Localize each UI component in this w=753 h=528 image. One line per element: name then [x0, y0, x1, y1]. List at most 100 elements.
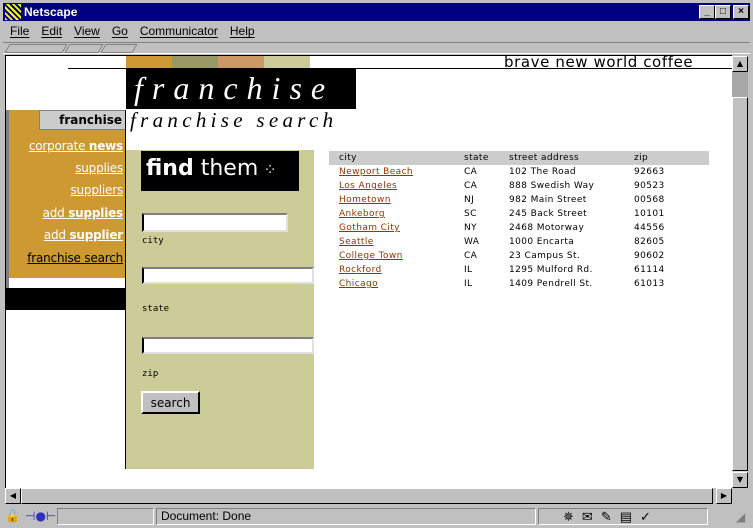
- address-book-icon[interactable]: ▤: [620, 509, 640, 524]
- close-button[interactable]: ×: [733, 5, 749, 19]
- state-input[interactable]: [142, 267, 314, 284]
- table-header: city state street address zip: [329, 151, 709, 165]
- table-row: Gotham City NY 2468 Motorway 44556: [329, 221, 709, 235]
- menu-bar: File Edit View Go Communicator Help: [3, 22, 750, 40]
- zip-cell: 92663: [634, 167, 665, 177]
- logo-block: [172, 56, 218, 68]
- results-table: city state street address zip Newport Be…: [329, 151, 709, 291]
- zip-cell: 82605: [634, 237, 665, 247]
- address-cell: 888 Swedish Way: [509, 181, 595, 191]
- nav-corporate-news[interactable]: corporate news: [29, 139, 123, 153]
- discussions-icon[interactable]: ✎: [601, 509, 620, 524]
- resize-grip-icon[interactable]: ◢: [736, 510, 745, 524]
- title-bar: Netscape _ □ ×: [3, 3, 750, 21]
- maximize-button[interactable]: □: [715, 5, 731, 19]
- nav-add-supplier[interactable]: add supplier: [44, 228, 123, 242]
- scroll-thumb-horizontal[interactable]: [21, 488, 713, 504]
- zip-cell: 44556: [634, 223, 665, 233]
- menu-go[interactable]: Go: [112, 24, 128, 38]
- toolbar-tab-navigation[interactable]: [4, 44, 68, 53]
- mail-icon[interactable]: ✉: [582, 509, 601, 524]
- tagline: brave new world coffee: [504, 55, 694, 71]
- netscape-logo-icon: [5, 4, 21, 20]
- address-cell: 2468 Motorway: [509, 223, 585, 233]
- city-cell: Gotham City: [329, 221, 454, 235]
- city-link[interactable]: Seattle: [339, 237, 374, 247]
- menu-edit[interactable]: Edit: [41, 24, 62, 38]
- state-cell: CA: [464, 251, 478, 261]
- minimize-button[interactable]: _: [699, 5, 715, 19]
- zip-input[interactable]: [142, 337, 314, 354]
- city-link[interactable]: College Town: [339, 251, 403, 261]
- menu-help[interactable]: Help: [230, 24, 255, 38]
- logo-block: [264, 56, 310, 68]
- zip-cell: 00568: [634, 195, 665, 205]
- page-content: brave new world coffee franchise franchi…: [5, 55, 732, 489]
- col-state: state: [464, 153, 489, 163]
- sidebar-tab-franchise[interactable]: franchise: [39, 110, 126, 130]
- address-cell: 245 Back Street: [509, 209, 588, 219]
- col-zip: zip: [634, 153, 649, 163]
- city-cell: Newport Beach: [329, 165, 454, 179]
- state-cell: NJ: [464, 195, 475, 205]
- city-cell: Los Angeles: [329, 179, 454, 193]
- zip-cell: 61114: [634, 265, 665, 275]
- scroll-up-icon[interactable]: ▲: [732, 56, 748, 72]
- nav-supplies[interactable]: supplies: [75, 161, 123, 175]
- state-cell: CA: [464, 167, 478, 177]
- city-link[interactable]: Hometown: [339, 195, 391, 205]
- nav-franchise-search[interactable]: franchise search: [27, 251, 123, 265]
- city-link[interactable]: Gotham City: [339, 223, 400, 233]
- scroll-thumb[interactable]: [732, 97, 748, 471]
- menu-file[interactable]: File: [10, 24, 29, 38]
- city-link[interactable]: Rockford: [339, 265, 382, 275]
- table-row: Rockford IL 1295 Mulford Rd. 61114: [329, 263, 709, 277]
- menu-view[interactable]: View: [74, 24, 100, 38]
- table-row: Seattle WA 1000 Encarta 82605: [329, 235, 709, 249]
- security-lock-icon[interactable]: 🔓: [5, 509, 21, 524]
- franchise-banner: franchise: [126, 69, 356, 109]
- state-cell: CA: [464, 181, 478, 191]
- address-cell: 1000 Encarta: [509, 237, 575, 247]
- vertical-scrollbar[interactable]: ▲ ▼: [732, 56, 748, 488]
- col-city: city: [339, 153, 357, 163]
- city-cell: Ankeborg: [329, 207, 454, 221]
- scroll-left-icon[interactable]: ◀: [5, 488, 21, 504]
- search-button[interactable]: search: [141, 391, 200, 414]
- address-cell: 1295 Mulford Rd.: [509, 265, 593, 275]
- toolbar-tab-location[interactable]: [64, 44, 104, 53]
- nav-suppliers[interactable]: suppliers: [70, 183, 123, 197]
- collapsed-toolbars: [3, 42, 750, 54]
- city-link[interactable]: Chicago: [339, 279, 378, 289]
- nav-add-supplies[interactable]: add supplies: [43, 206, 124, 220]
- table-row: Los Angeles CA 888 Swedish Way 90523: [329, 179, 709, 193]
- state-cell: WA: [464, 237, 480, 247]
- search-panel: find them ⁘ city state zip search: [126, 150, 314, 469]
- toolbar-tab-personal[interactable]: [100, 44, 138, 53]
- city-link[interactable]: Ankeborg: [339, 209, 385, 219]
- connection-icon: ⊣●⊢: [25, 509, 57, 523]
- city-label: city: [142, 236, 164, 246]
- table-row: Hometown NJ 982 Main Street 00568: [329, 193, 709, 207]
- scroll-down-icon[interactable]: ▼: [732, 472, 748, 488]
- status-text: Document: Done: [156, 508, 536, 525]
- menu-communicator[interactable]: Communicator: [140, 24, 218, 38]
- city-input[interactable]: [142, 213, 288, 232]
- city-link[interactable]: Los Angeles: [339, 181, 397, 191]
- page-subtitle: franchise search: [130, 108, 338, 132]
- city-cell: Hometown: [329, 193, 454, 207]
- city-cell: Seattle: [329, 235, 454, 249]
- city-link[interactable]: Newport Beach: [339, 167, 413, 177]
- table-row: Newport Beach CA 102 The Road 92663: [329, 165, 709, 179]
- horizontal-scrollbar[interactable]: ◀ ▶: [5, 488, 732, 504]
- scroll-right-icon[interactable]: ▶: [716, 488, 732, 504]
- scroll-track[interactable]: [732, 72, 748, 97]
- composer-icon[interactable]: ✓: [640, 509, 659, 524]
- city-cell: Rockford: [329, 263, 454, 277]
- navigator-icon[interactable]: ✵: [563, 509, 582, 524]
- zip-label: zip: [142, 369, 159, 379]
- sidebar: franchise corporate news supplies suppli…: [6, 110, 126, 278]
- address-cell: 102 The Road: [509, 167, 577, 177]
- city-cell: Chicago: [329, 277, 454, 291]
- table-row: Chicago IL 1409 Pendrell St. 61013: [329, 277, 709, 291]
